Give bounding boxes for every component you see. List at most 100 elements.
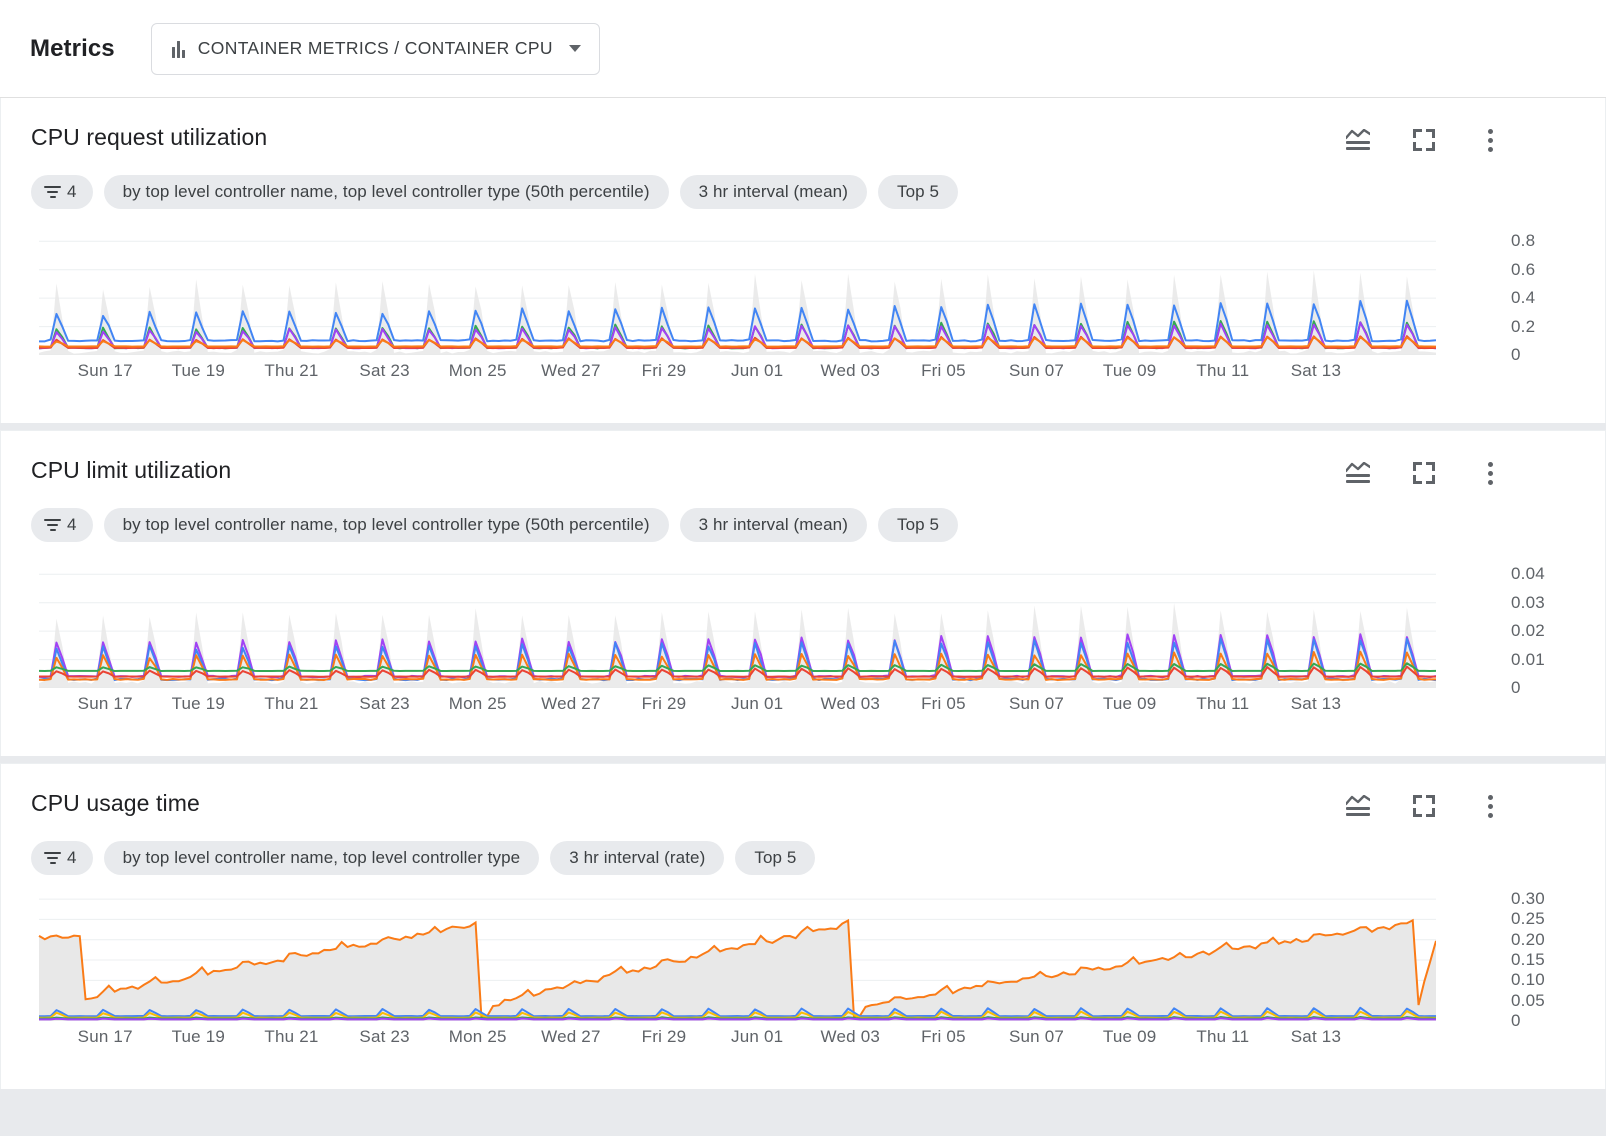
chart-container[interactable]: 00.050.100.150.200.250.30 — [31, 893, 1575, 1021]
y-axis-tick-label: 0.8 — [1511, 231, 1535, 251]
x-axis-tick-label: Thu 11 — [1196, 361, 1249, 381]
stacked-line-chart-icon[interactable] — [1345, 127, 1371, 153]
more-options-icon[interactable] — [1477, 127, 1503, 153]
filter-chip[interactable]: by top level controller name, top level … — [104, 508, 669, 542]
x-axis-tick-label: Jun 01 — [731, 1027, 783, 1047]
card-header: CPU limit utilization — [31, 431, 1575, 486]
x-axis-tick-label: Wed 27 — [541, 361, 600, 381]
filter-count-chip[interactable]: 4 — [31, 175, 93, 209]
metric-card: CPU limit utilization 4 by top level contr… — [0, 430, 1606, 756]
x-axis-tick-label: Fri 05 — [921, 361, 966, 381]
bar-chart-icon — [172, 39, 185, 58]
x-axis-tick-label: Thu 11 — [1196, 694, 1249, 714]
x-axis-tick-label: Thu 21 — [264, 1027, 318, 1047]
x-axis-tick-label: Tue 09 — [1103, 361, 1157, 381]
filter-count-chip[interactable]: 4 — [31, 508, 93, 542]
x-axis-tick-label: Sun 17 — [78, 1027, 133, 1047]
x-axis-tick-label: Sun 07 — [1009, 694, 1064, 714]
filter-chip[interactable]: by top level controller name, top level … — [104, 175, 669, 209]
y-axis-tick-label: 0.03 — [1511, 593, 1545, 613]
stacked-line-chart-icon[interactable] — [1345, 460, 1371, 486]
page-title: Metrics — [30, 35, 115, 63]
fullscreen-expand-icon[interactable] — [1411, 127, 1437, 153]
chart-container[interactable]: 00.20.40.60.8 — [31, 227, 1575, 355]
x-axis-tick-label: Sat 23 — [359, 361, 409, 381]
x-axis-tick-label: Wed 03 — [821, 694, 880, 714]
filter-chip[interactable]: Top 5 — [878, 175, 958, 209]
card-spacer — [31, 1055, 1575, 1089]
filter-count-chip[interactable]: 4 — [31, 841, 93, 875]
y-axis-tick-label: 0.20 — [1511, 930, 1545, 950]
x-axis-tick-label: Jun 01 — [731, 694, 783, 714]
chip-label: Top 5 — [897, 515, 939, 535]
page-header: Metrics CONTAINER METRICS / CONTAINER CP… — [0, 0, 1606, 98]
x-axis-tick-label: Tue 09 — [1103, 694, 1157, 714]
stacked-line-chart-icon[interactable] — [1345, 793, 1371, 819]
filter-chip[interactable]: 3 hr interval (mean) — [680, 508, 867, 542]
x-axis-tick-label: Fri 29 — [642, 361, 687, 381]
card-title: CPU limit utilization — [31, 457, 1345, 484]
x-axis-tick-label: Fri 05 — [921, 694, 966, 714]
x-axis-tick-label: Wed 27 — [541, 694, 600, 714]
more-options-icon[interactable] — [1477, 460, 1503, 486]
chip-label: by top level controller name, top level … — [123, 515, 650, 535]
y-axis-tick-label: 0.02 — [1511, 621, 1545, 641]
x-axis-tick-label: Tue 19 — [172, 1027, 226, 1047]
y-axis-tick-label: 0.6 — [1511, 260, 1535, 280]
filter-chip[interactable]: Top 5 — [878, 508, 958, 542]
x-axis-tick-label: Thu 21 — [264, 694, 318, 714]
y-axis-tick-label: 0.10 — [1511, 970, 1545, 990]
x-axis-tick-label: Fri 29 — [642, 1027, 687, 1047]
x-axis-tick-label: Mon 25 — [449, 361, 507, 381]
fullscreen-expand-icon[interactable] — [1411, 793, 1437, 819]
filter-icon — [44, 852, 61, 865]
x-axis-tick-label: Sun 17 — [78, 361, 133, 381]
filter-chip[interactable]: 3 hr interval (mean) — [680, 175, 867, 209]
metrics-page: Metrics CONTAINER METRICS / CONTAINER CP… — [0, 0, 1606, 1136]
chip-label: 4 — [67, 182, 77, 202]
x-axis-tick-label: Mon 25 — [449, 1027, 507, 1047]
x-axis-tick-label: Thu 21 — [264, 361, 318, 381]
chart-container[interactable]: 00.010.020.030.04 — [31, 560, 1575, 688]
filter-chip[interactable]: by top level controller name, top level … — [104, 841, 540, 875]
chart-plot-area — [31, 227, 1436, 355]
y-axis-tick-label: 0.05 — [1511, 991, 1545, 1011]
card-title: CPU usage time — [31, 790, 1345, 817]
chip-label: 4 — [67, 515, 77, 535]
chip-label: Top 5 — [754, 848, 796, 868]
x-axis-tick-label: Fri 29 — [642, 694, 687, 714]
y-axis-tick-label: 0.2 — [1511, 317, 1535, 337]
x-axis: Sun 17Tue 19Thu 21Sat 23Mon 25Wed 27Fri … — [39, 355, 1575, 389]
metric-selector-value: CONTAINER METRICS / CONTAINER CPU — [198, 38, 553, 59]
chart-plot-area — [31, 560, 1436, 688]
card-filter-chips: 4 by top level controller name, top level… — [31, 175, 1575, 209]
y-axis-tick-label: 0.15 — [1511, 950, 1545, 970]
chip-label: 4 — [67, 848, 77, 868]
x-axis-tick-label: Wed 27 — [541, 1027, 600, 1047]
fullscreen-expand-icon[interactable] — [1411, 460, 1437, 486]
series-area-fill — [39, 920, 1436, 1021]
x-axis-tick-label: Sat 23 — [359, 694, 409, 714]
y-axis-tick-label: 0.30 — [1511, 889, 1545, 909]
card-actions — [1345, 790, 1575, 819]
metric-selector[interactable]: CONTAINER METRICS / CONTAINER CPU — [151, 23, 600, 75]
more-options-icon[interactable] — [1477, 793, 1503, 819]
y-axis: 00.050.100.150.200.250.30 — [1497, 893, 1575, 1021]
metric-card: CPU usage time 4 by top level controller n… — [0, 763, 1606, 1089]
chevron-down-icon — [569, 45, 581, 52]
filter-chip[interactable]: Top 5 — [735, 841, 815, 875]
filter-chip[interactable]: 3 hr interval (rate) — [550, 841, 724, 875]
chip-label: 3 hr interval (mean) — [699, 515, 848, 535]
x-axis-tick-label: Sun 07 — [1009, 361, 1064, 381]
chart-plot-area — [31, 893, 1436, 1021]
x-axis-tick-label: Thu 11 — [1196, 1027, 1249, 1047]
card-header: CPU request utilization — [31, 98, 1575, 153]
y-axis-tick-label: 0.4 — [1511, 288, 1535, 308]
card-spacer — [31, 389, 1575, 423]
card-actions — [1345, 124, 1575, 153]
y-axis-tick-label: 0.04 — [1511, 564, 1545, 584]
chip-label: 3 hr interval (rate) — [569, 848, 705, 868]
x-axis-tick-label: Sat 13 — [1291, 1027, 1341, 1047]
card-title: CPU request utilization — [31, 124, 1345, 151]
x-axis: Sun 17Tue 19Thu 21Sat 23Mon 25Wed 27Fri … — [39, 1021, 1575, 1055]
